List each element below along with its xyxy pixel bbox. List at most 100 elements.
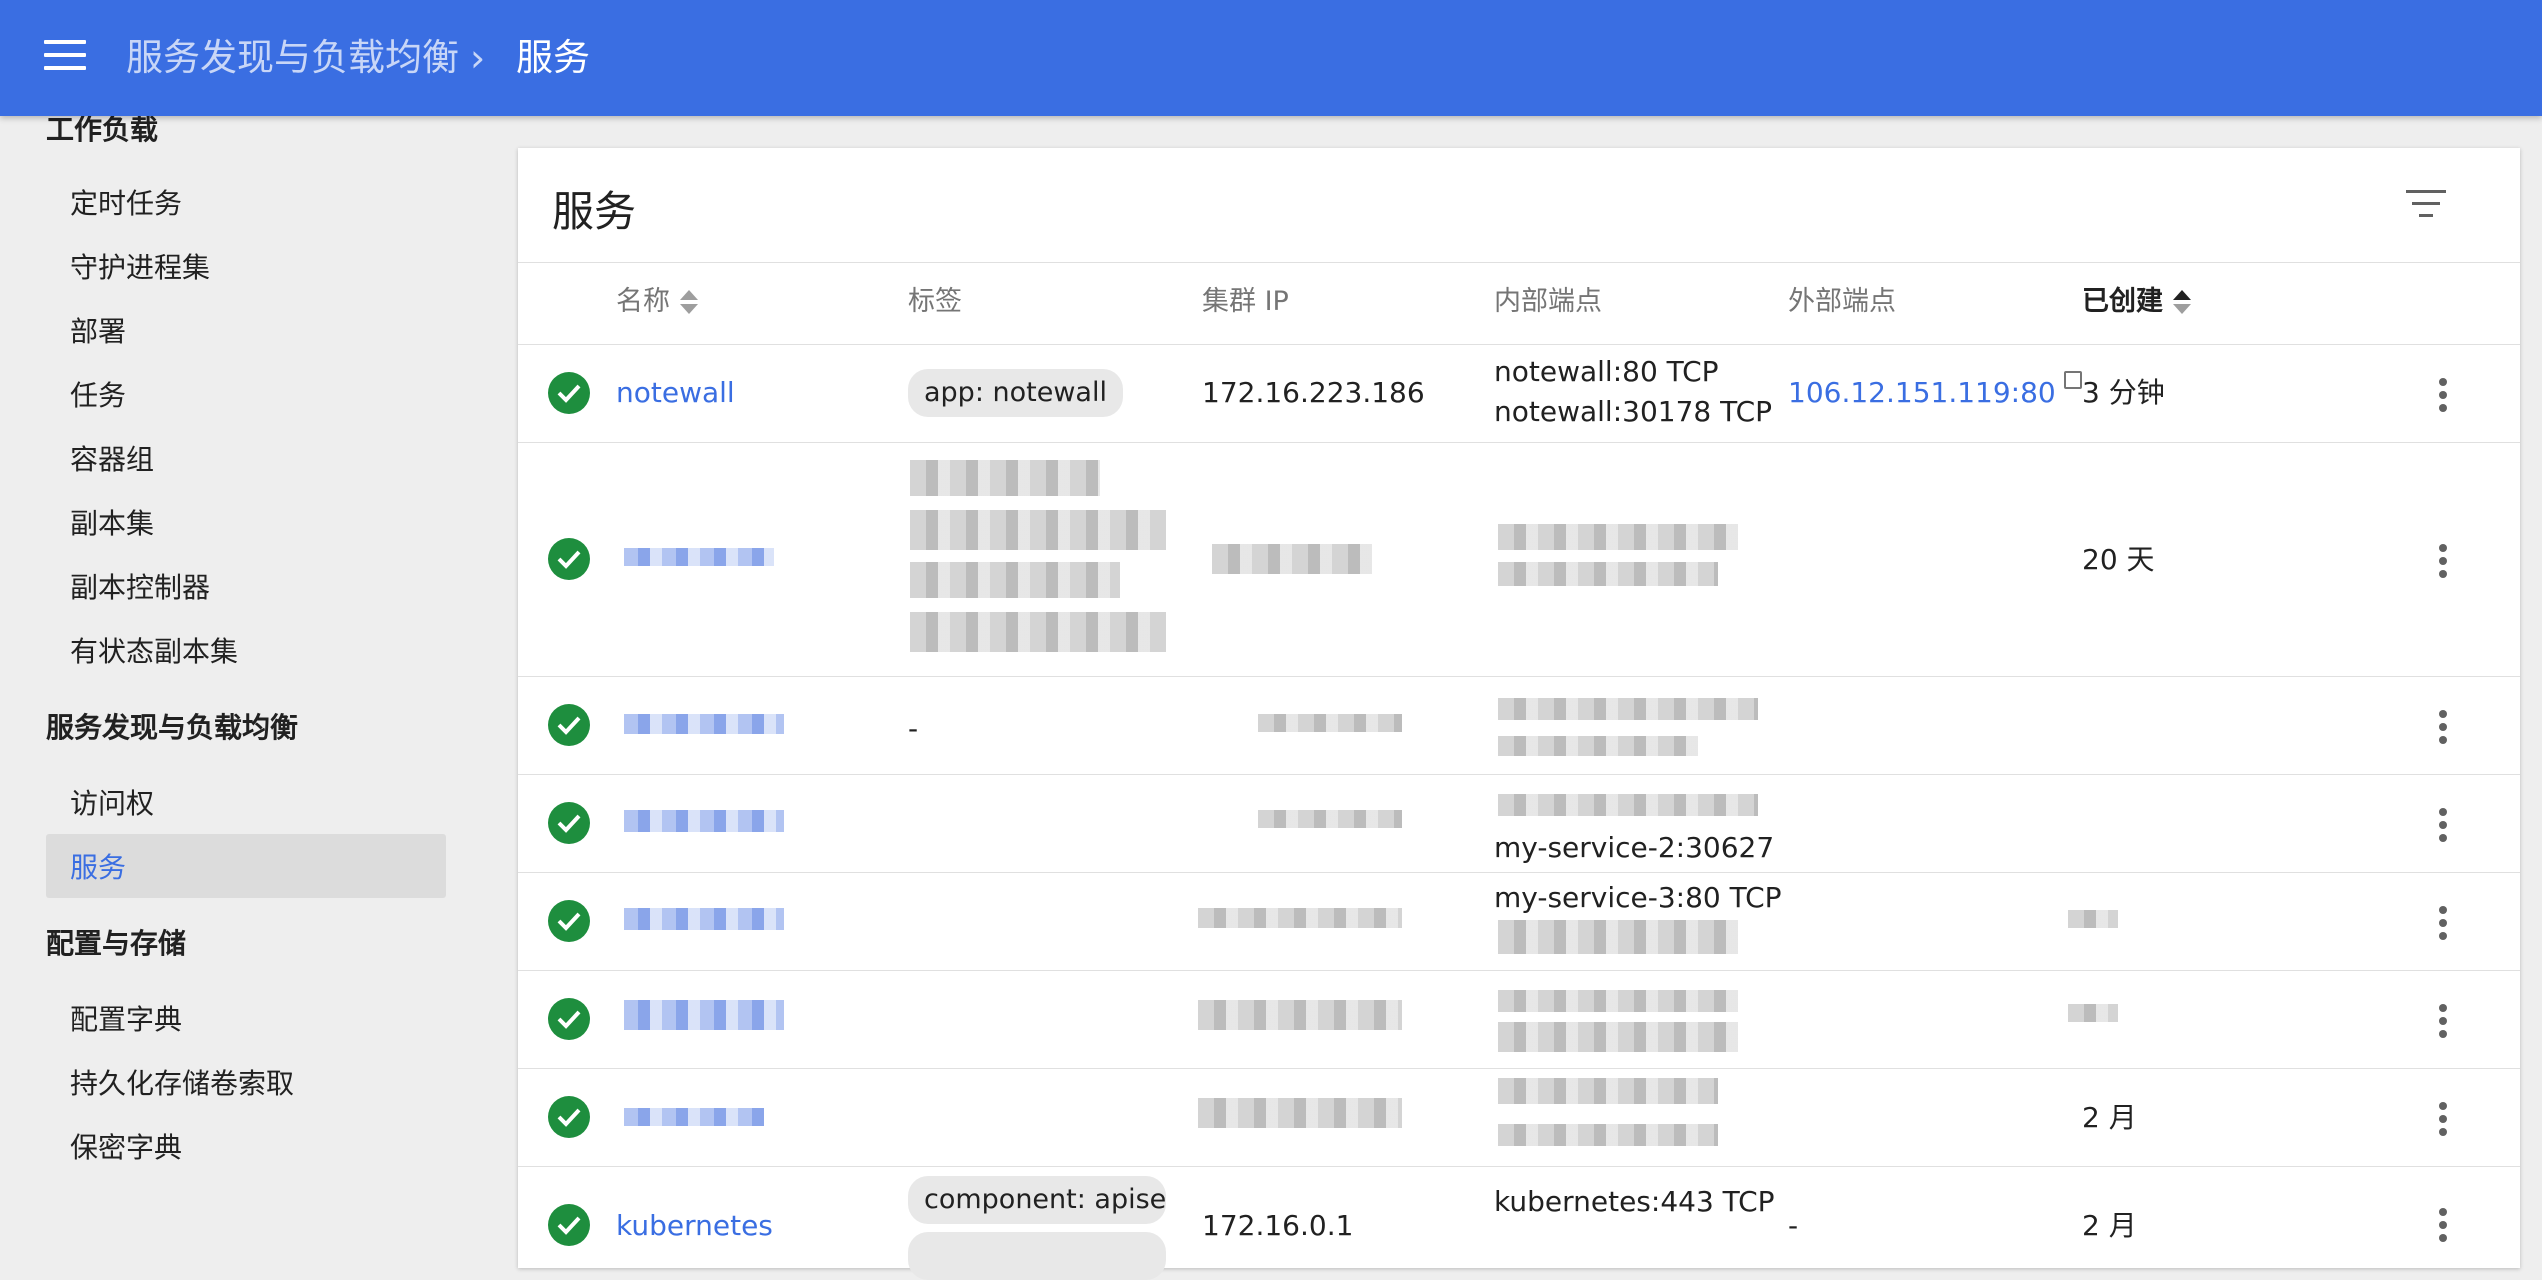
sidebar-item-jobs[interactable]: 任务 <box>70 374 126 414</box>
sidebar-item-pods[interactable]: 容器组 <box>70 438 154 478</box>
status-ok-icon <box>548 998 590 1040</box>
label-chip: component: apiser. <box>908 1176 1166 1224</box>
external-endpoint: - <box>1788 1209 1799 1242</box>
sidebar-item-deployments[interactable]: 部署 <box>70 310 126 350</box>
redacted-internal-endpoint <box>1498 562 1718 586</box>
redacted-cluster-ip <box>1198 1000 1402 1030</box>
divider <box>518 1166 2520 1167</box>
column-header-name[interactable]: 名称 <box>616 284 698 320</box>
card-title: 服务 <box>552 187 637 236</box>
column-header-external-endpoints: 外部端点 <box>1788 286 1896 317</box>
redacted-cluster-ip <box>1198 1098 1402 1128</box>
service-name-link[interactable]: notewall <box>616 373 735 413</box>
more-vert-icon[interactable] <box>2438 378 2448 418</box>
redacted-created-age <box>2068 1004 2118 1022</box>
sidebar-item-cronjobs[interactable]: 定时任务 <box>70 182 182 222</box>
sidebar-item-daemonsets[interactable]: 守护进程集 <box>70 246 210 286</box>
divider <box>518 1068 2520 1069</box>
divider <box>518 774 2520 775</box>
redacted-created-age <box>2068 910 2118 928</box>
redacted-internal-endpoint <box>1498 1078 1718 1104</box>
redacted-cluster-ip <box>1212 544 1372 574</box>
divider <box>518 262 2520 263</box>
redacted-label <box>910 510 1166 550</box>
column-header-created[interactable]: 已创建 <box>2082 284 2191 320</box>
services-card: 服务 名称 标签 集群 IP 内部端点 外部端点 已创建 notewall ap… <box>518 148 2520 1280</box>
internal-endpoint: notewall:80 TCP <box>1494 355 1719 388</box>
internal-endpoint: my-service-3:80 TCP <box>1494 881 1782 914</box>
divider <box>518 344 2520 345</box>
created-age: 3 分钟 <box>2082 376 2165 409</box>
status-ok-icon <box>548 1096 590 1138</box>
column-header-labels: 标签 <box>908 286 962 317</box>
redacted-label <box>910 612 1166 652</box>
status-ok-icon <box>548 1204 590 1246</box>
sidebar-section-workloads: 工作负载 <box>46 116 159 146</box>
more-vert-icon[interactable] <box>2438 1102 2448 1142</box>
sidebar-item-configmaps[interactable]: 配置字典 <box>70 998 182 1038</box>
status-ok-icon <box>548 900 590 942</box>
redacted-service-name[interactable] <box>624 810 784 832</box>
redacted-label <box>910 460 1100 496</box>
cluster-ip: 172.16.223.186 <box>1202 376 1425 409</box>
redacted-service-name[interactable] <box>624 908 784 930</box>
breadcrumb-current: 服务 <box>516 36 590 79</box>
internal-endpoint: kubernetes:443 TCP <box>1494 1185 1775 1218</box>
redacted-service-name[interactable] <box>624 1108 764 1126</box>
created-age: 2 月 <box>2082 1101 2137 1134</box>
open-in-new-icon[interactable] <box>2063 371 2082 389</box>
redacted-service-name[interactable] <box>624 1000 784 1030</box>
column-header-internal-endpoints: 内部端点 <box>1494 286 1602 317</box>
redacted-cluster-ip <box>1258 810 1402 828</box>
more-vert-icon[interactable] <box>2438 710 2448 750</box>
status-ok-icon <box>548 802 590 844</box>
more-vert-icon[interactable] <box>2438 808 2448 848</box>
sort-icon <box>680 288 698 318</box>
column-header-cluster-ip: 集群 IP <box>1202 286 1289 317</box>
external-endpoint: 106.12.151.119:80 <box>1788 371 2082 413</box>
internal-endpoint: my-service-2:30627 <box>1494 831 1775 864</box>
redacted-internal-endpoint <box>1498 920 1738 954</box>
filter-icon[interactable] <box>2406 190 2446 222</box>
status-ok-icon <box>548 704 590 746</box>
sidebar-item-pvcs[interactable]: 持久化存储卷索取 <box>70 1062 294 1102</box>
label-empty: - <box>908 712 919 745</box>
more-vert-icon[interactable] <box>2438 1208 2448 1248</box>
more-vert-icon[interactable] <box>2438 544 2448 584</box>
redacted-internal-endpoint <box>1498 698 1758 720</box>
divider <box>518 970 2520 971</box>
redacted-internal-endpoint <box>1498 1124 1718 1146</box>
redacted-internal-endpoint <box>1498 1022 1738 1052</box>
redacted-cluster-ip <box>1198 908 1402 928</box>
label-chip <box>908 1232 1166 1280</box>
service-name-link[interactable]: kubernetes <box>616 1206 773 1246</box>
breadcrumb-parent[interactable]: 服务发现与负载均衡 <box>126 34 459 82</box>
sidebar-section-config-storage: 配置与存储 <box>46 927 187 960</box>
redacted-internal-endpoint <box>1498 990 1738 1012</box>
breadcrumb-separator-icon: › <box>470 36 486 80</box>
label-chip: app: notewall <box>908 369 1123 417</box>
sidebar-item-secrets[interactable]: 保密字典 <box>70 1126 182 1166</box>
sidebar-item-statefulsets[interactable]: 有状态副本集 <box>70 630 238 670</box>
status-ok-icon <box>548 372 590 414</box>
cluster-ip: 172.16.0.1 <box>1202 1209 1354 1242</box>
sidebar-item-replication-controllers[interactable]: 副本控制器 <box>70 566 210 606</box>
sidebar-item-services[interactable]: 服务 <box>70 846 126 886</box>
redacted-service-name[interactable] <box>624 548 774 566</box>
sidebar-item-replicasets[interactable]: 副本集 <box>70 502 154 542</box>
redacted-internal-endpoint <box>1498 794 1758 816</box>
menu-icon[interactable] <box>44 40 86 76</box>
redacted-cluster-ip <box>1258 714 1402 732</box>
status-ok-icon <box>548 538 590 580</box>
more-vert-icon[interactable] <box>2438 906 2448 946</box>
created-age: 20 天 <box>2082 543 2155 576</box>
external-endpoint-link[interactable]: 106.12.151.119:80 <box>1788 376 2056 409</box>
sidebar-section-discovery: 服务发现与负载均衡 <box>46 711 299 744</box>
created-age: 2 月 <box>2082 1209 2137 1242</box>
divider <box>518 442 2520 443</box>
sidebar-item-ingresses[interactable]: 访问权 <box>70 782 154 822</box>
sidebar: 工作负载 定时任务 守护进程集 部署 任务 容器组 副本集 副本控制器 有状态副… <box>0 116 470 1242</box>
redacted-internal-endpoint <box>1498 524 1738 550</box>
redacted-service-name[interactable] <box>624 714 784 734</box>
more-vert-icon[interactable] <box>2438 1004 2448 1044</box>
